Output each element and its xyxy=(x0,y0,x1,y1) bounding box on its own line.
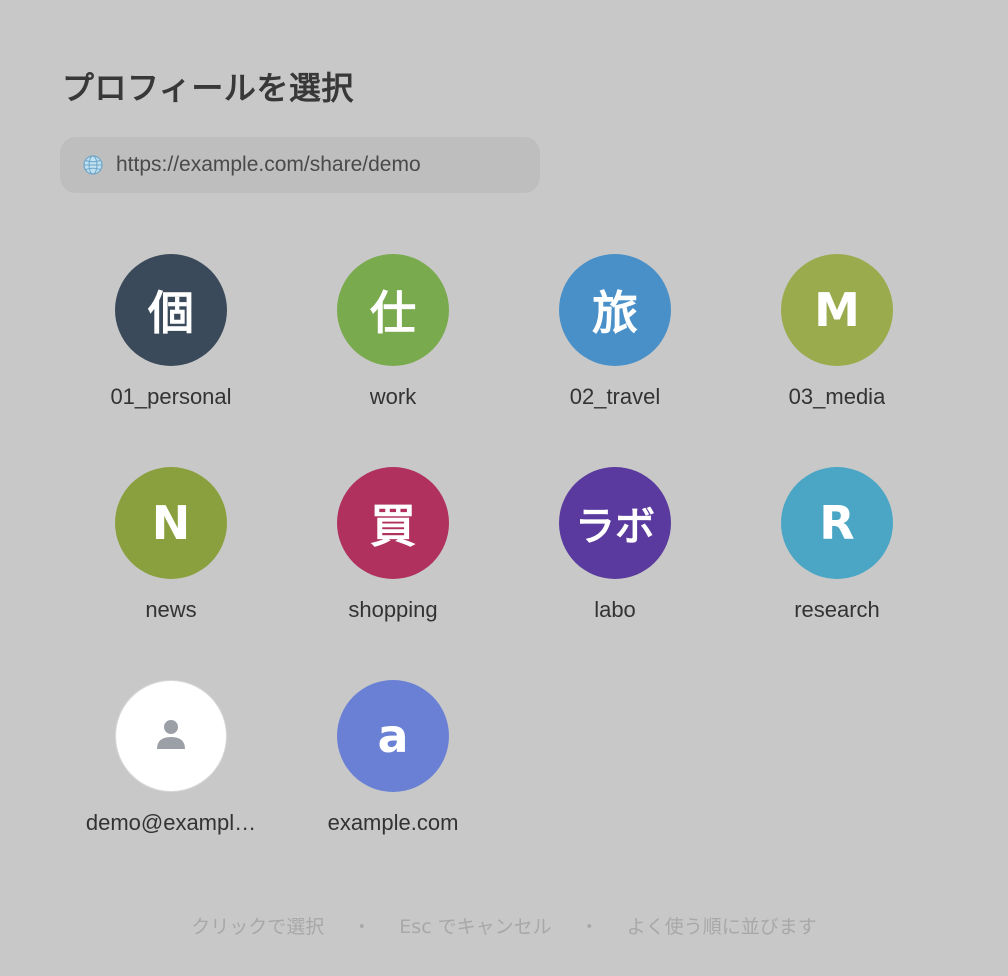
profile-label: 03_media xyxy=(788,384,886,409)
profile-label: work xyxy=(369,384,417,409)
profile-avatar[interactable]: 個 xyxy=(115,254,227,366)
profile-tile-work[interactable]: 仕 work xyxy=(282,254,504,467)
profile-tile-news[interactable]: N news xyxy=(60,467,282,680)
profile-tile-demo-account[interactable]: demo@exampl… xyxy=(60,680,282,893)
hint-sort-order: よく使う順に並びます xyxy=(626,916,817,938)
profile-label: shopping xyxy=(348,597,438,622)
profile-avatar[interactable]: 買 xyxy=(337,467,449,579)
url-bar: https://example.com/share/demo xyxy=(60,137,540,193)
profile-avatar[interactable]: 仕 xyxy=(337,254,449,366)
profile-avatar[interactable]: ラボ xyxy=(559,467,671,579)
profile-tile-shopping[interactable]: 買 shopping xyxy=(282,467,504,680)
profile-label: research xyxy=(794,597,880,622)
profile-label: example.com xyxy=(327,810,459,835)
profile-avatar[interactable]: N xyxy=(115,467,227,579)
profile-label: demo@exampl… xyxy=(85,810,257,835)
profile-label: news xyxy=(145,597,197,622)
footer-separator: ・ xyxy=(579,916,599,938)
hint-esc-cancel: Esc でキャンセル xyxy=(399,916,552,938)
profile-tile-03-media[interactable]: M 03_media xyxy=(726,254,948,467)
hint-click-select: クリックで選択 xyxy=(191,916,325,938)
profile-avatar[interactable]: M xyxy=(781,254,893,366)
footer-separator: ・ xyxy=(352,916,372,938)
url-text: https://example.com/share/demo xyxy=(116,153,421,176)
profile-label: 02_travel xyxy=(569,384,661,409)
profile-tile-research[interactable]: R research xyxy=(726,467,948,680)
profile-avatar[interactable]: a xyxy=(337,680,449,792)
profile-label: labo xyxy=(594,597,636,622)
page-title: プロフィールを選択 xyxy=(62,69,354,107)
profile-avatar[interactable]: 旅 xyxy=(559,254,671,366)
profile-tile-example-com[interactable]: a example.com xyxy=(282,680,504,893)
profile-tile-labo[interactable]: ラボ labo xyxy=(504,467,726,680)
globe-icon xyxy=(82,154,104,176)
footer-hints: クリックで選択 ・ Esc でキャンセル ・ よく使う順に並びます xyxy=(0,912,1008,939)
person-icon xyxy=(153,709,189,763)
profile-avatar[interactable]: R xyxy=(781,467,893,579)
profile-tile-01-personal[interactable]: 個 01_personal xyxy=(60,254,282,467)
profile-grid: 個 01_personal 仕 work 旅 02_travel M 03_me… xyxy=(60,254,948,893)
profile-avatar[interactable] xyxy=(115,680,227,792)
profile-label: 01_personal xyxy=(110,384,232,409)
profile-tile-02-travel[interactable]: 旅 02_travel xyxy=(504,254,726,467)
